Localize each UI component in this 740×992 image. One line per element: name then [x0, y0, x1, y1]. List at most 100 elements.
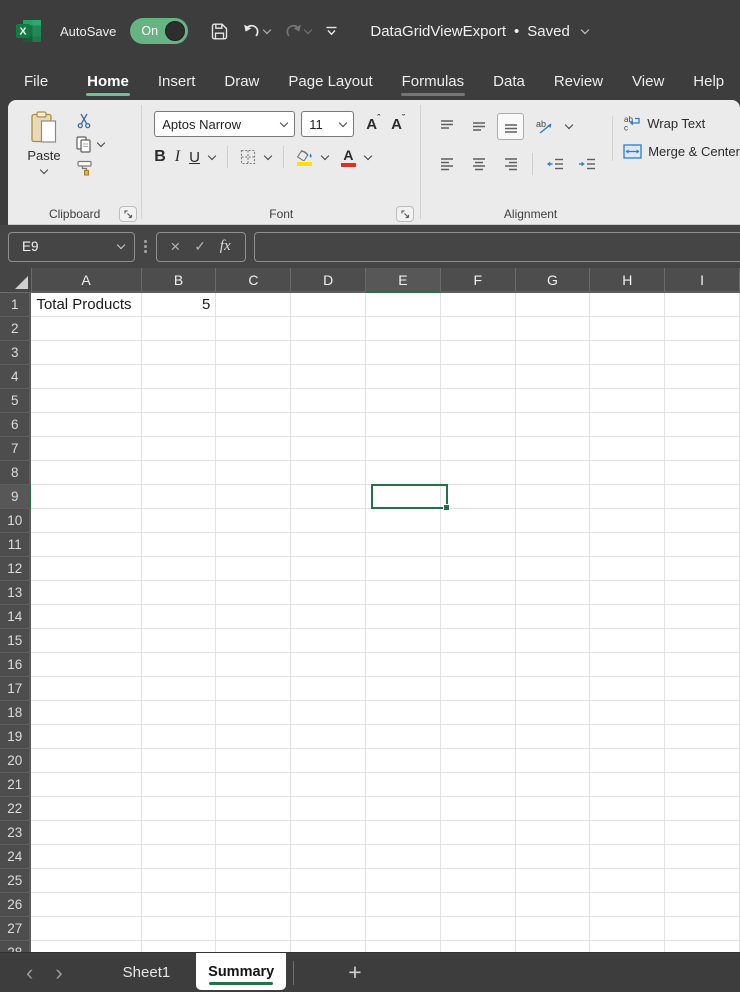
cell-C22[interactable] [216, 797, 291, 821]
cell-D18[interactable] [291, 701, 366, 725]
row-header-25[interactable]: 25 [0, 869, 31, 893]
cell-I8[interactable] [665, 461, 740, 485]
cell-G28[interactable] [516, 941, 591, 952]
merge-center-button[interactable]: Merge & Center [623, 144, 740, 159]
cell-H1[interactable] [590, 293, 665, 317]
add-sheet-button[interactable]: + [348, 961, 361, 984]
cell-G20[interactable] [516, 749, 591, 773]
row-header-5[interactable]: 5 [0, 389, 31, 413]
cell-A16[interactable] [31, 653, 141, 677]
cell-F4[interactable] [441, 365, 516, 389]
cell-E1[interactable] [366, 293, 441, 317]
cell-I2[interactable] [665, 317, 740, 341]
cell-G18[interactable] [516, 701, 591, 725]
formula-input[interactable] [254, 232, 740, 262]
row-header-18[interactable]: 18 [0, 701, 31, 725]
cell-A17[interactable] [31, 677, 141, 701]
cell-H3[interactable] [590, 341, 665, 365]
cell-I9[interactable] [665, 485, 740, 509]
tab-draw[interactable]: Draw [222, 62, 261, 100]
cell-C6[interactable] [216, 413, 291, 437]
row-header-26[interactable]: 26 [0, 893, 31, 917]
cell-B7[interactable] [142, 437, 217, 461]
copy-button[interactable] [76, 136, 104, 153]
tab-file[interactable]: File [22, 62, 50, 100]
cell-D22[interactable] [291, 797, 366, 821]
cell-F7[interactable] [441, 437, 516, 461]
column-header-H[interactable]: H [590, 268, 665, 293]
cell-E18[interactable] [366, 701, 441, 725]
cell-C5[interactable] [216, 389, 291, 413]
cell-I28[interactable] [665, 941, 740, 952]
cell-E25[interactable] [366, 869, 441, 893]
cell-C11[interactable] [216, 533, 291, 557]
cell-F12[interactable] [441, 557, 516, 581]
row-header-6[interactable]: 6 [0, 413, 31, 437]
cell-E14[interactable] [366, 605, 441, 629]
cell-D5[interactable] [291, 389, 366, 413]
cell-A28[interactable] [31, 941, 141, 952]
cell-H15[interactable] [590, 629, 665, 653]
fill-color-dropdown-icon[interactable] [321, 151, 329, 159]
cell-B2[interactable] [142, 317, 217, 341]
cell-H9[interactable] [590, 485, 665, 509]
paste-dropdown-icon[interactable] [40, 166, 48, 174]
cell-E4[interactable] [366, 365, 441, 389]
column-header-A[interactable]: A [32, 268, 142, 293]
cell-A15[interactable] [31, 629, 141, 653]
borders-dropdown-icon[interactable] [264, 151, 272, 159]
cell-G13[interactable] [516, 581, 591, 605]
cell-F24[interactable] [441, 845, 516, 869]
row-header-28[interactable]: 28 [0, 941, 31, 952]
cell-D8[interactable] [291, 461, 366, 485]
cell-A12[interactable] [31, 557, 141, 581]
cell-H10[interactable] [590, 509, 665, 533]
tab-insert[interactable]: Insert [156, 62, 198, 100]
row-header-24[interactable]: 24 [0, 845, 31, 869]
cell-B20[interactable] [142, 749, 217, 773]
cell-I21[interactable] [665, 773, 740, 797]
cell-D28[interactable] [291, 941, 366, 952]
cell-C3[interactable] [216, 341, 291, 365]
cell-H5[interactable] [590, 389, 665, 413]
row-header-3[interactable]: 3 [0, 341, 31, 365]
align-bottom-button[interactable] [497, 113, 524, 140]
cell-D25[interactable] [291, 869, 366, 893]
cell-B3[interactable] [142, 341, 217, 365]
sheet-nav-left-icon[interactable]: ‹ [24, 962, 35, 984]
cell-A27[interactable] [31, 917, 141, 941]
cell-F21[interactable] [441, 773, 516, 797]
cell-G22[interactable] [516, 797, 591, 821]
cell-I23[interactable] [665, 821, 740, 845]
row-header-19[interactable]: 19 [0, 725, 31, 749]
cell-D6[interactable] [291, 413, 366, 437]
cell-B11[interactable] [142, 533, 217, 557]
column-header-E[interactable]: E [366, 268, 441, 293]
cell-F28[interactable] [441, 941, 516, 952]
cell-H23[interactable] [590, 821, 665, 845]
cell-D3[interactable] [291, 341, 366, 365]
decrease-indent-button[interactable] [541, 151, 568, 178]
row-header-14[interactable]: 14 [0, 605, 31, 629]
cut-button[interactable] [76, 113, 104, 129]
save-button[interactable] [210, 22, 229, 41]
row-header-15[interactable]: 15 [0, 629, 31, 653]
cell-A21[interactable] [31, 773, 141, 797]
cell-I5[interactable] [665, 389, 740, 413]
column-header-F[interactable]: F [441, 268, 516, 293]
cell-G5[interactable] [516, 389, 591, 413]
cell-H18[interactable] [590, 701, 665, 725]
cell-I10[interactable] [665, 509, 740, 533]
enter-button[interactable]: ✓ [194, 238, 206, 255]
cell-G14[interactable] [516, 605, 591, 629]
cell-C4[interactable] [216, 365, 291, 389]
cell-A10[interactable] [31, 509, 141, 533]
row-header-8[interactable]: 8 [0, 461, 31, 485]
cell-A4[interactable] [31, 365, 141, 389]
cell-G23[interactable] [516, 821, 591, 845]
cell-A18[interactable] [31, 701, 141, 725]
row-header-1[interactable]: 1 [0, 293, 31, 317]
row-header-20[interactable]: 20 [0, 749, 31, 773]
cell-I19[interactable] [665, 725, 740, 749]
column-header-G[interactable]: G [516, 268, 591, 293]
